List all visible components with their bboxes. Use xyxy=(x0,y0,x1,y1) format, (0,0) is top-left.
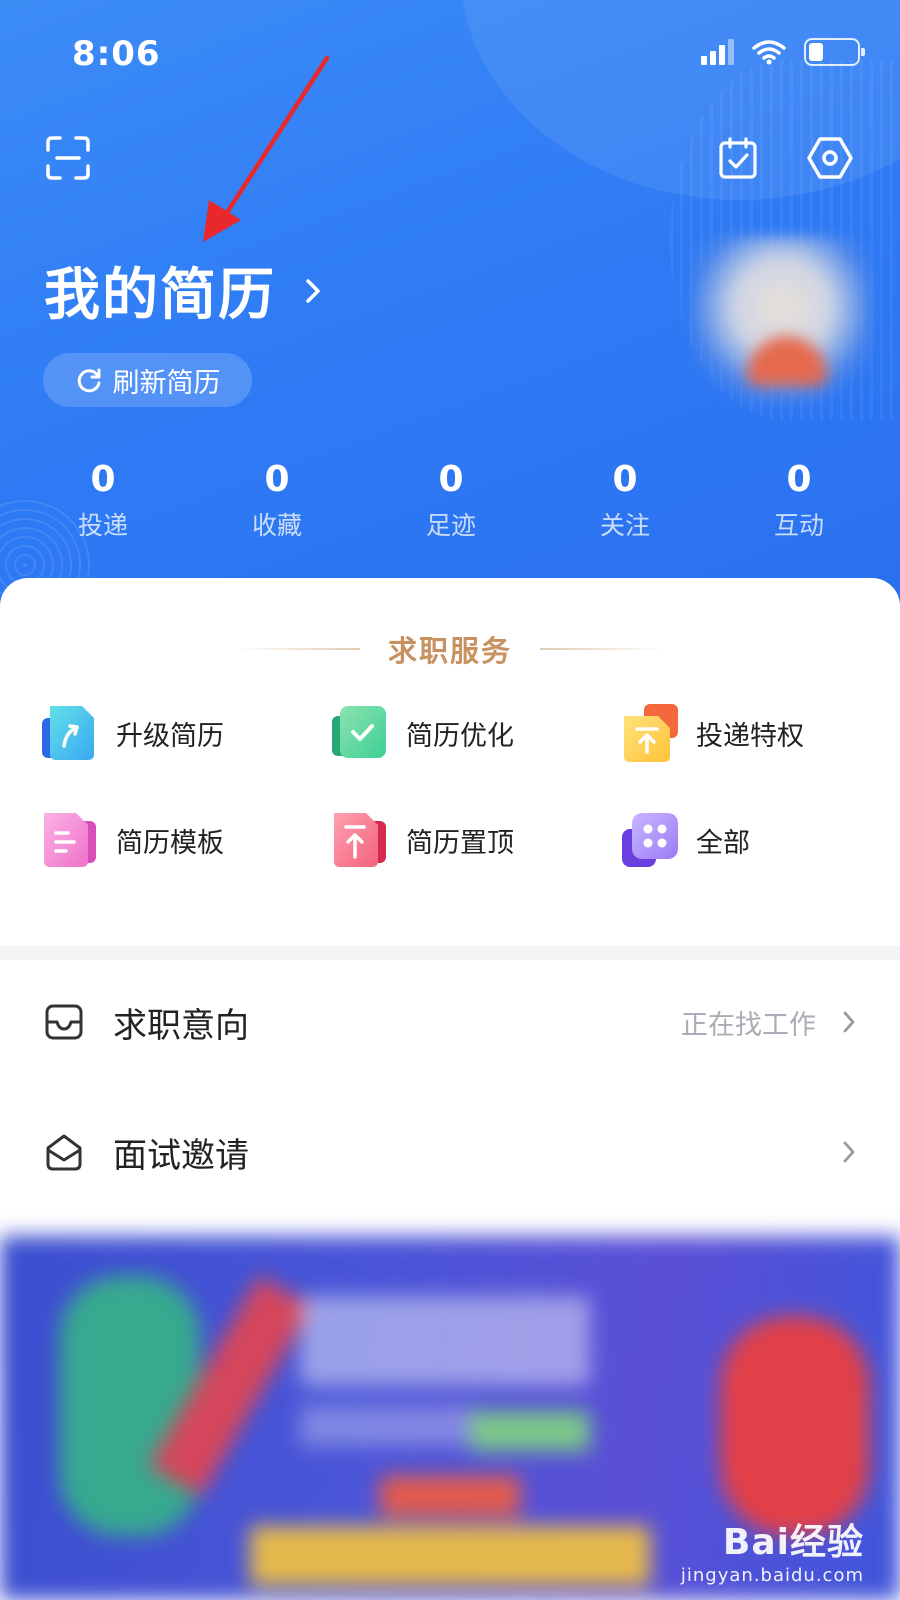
service-label: 简历模板 xyxy=(116,827,224,859)
stats-row: 0 投递 0 收藏 0 足迹 0 关注 0 互动 xyxy=(0,458,900,548)
settings-icon[interactable] xyxy=(806,134,854,182)
service-upgrade-resume[interactable]: 升级简历 xyxy=(40,702,224,764)
resume-template-icon xyxy=(44,813,96,867)
signal-icon xyxy=(701,39,734,65)
chevron-right-icon xyxy=(843,1011,855,1033)
service-resume-template[interactable]: 简历模板 xyxy=(40,809,224,871)
profile-header: 8:06 我的简历 刷新简历 0 投递 0 收藏 0 足迹 0 关注 0 互动 xyxy=(0,0,900,620)
row-job-intention[interactable]: 求职意向 正在找工作 xyxy=(0,967,900,1077)
stat-value: 0 xyxy=(438,459,464,500)
stat-value: 0 xyxy=(264,459,290,500)
stat-following[interactable]: 0 关注 xyxy=(538,458,712,548)
watermark-sub: jingyan.baidu.com xyxy=(680,1565,864,1586)
status-time: 8:06 xyxy=(72,34,161,74)
resume-title-link[interactable]: 我的简历 xyxy=(44,250,324,331)
baidu-jingyan-watermark: Bai经验 jingyan.baidu.com xyxy=(681,1513,864,1586)
stat-footprints[interactable]: 0 足迹 xyxy=(364,458,538,548)
row-value: 正在找工作 xyxy=(681,1009,816,1041)
service-resume-optimize[interactable]: 简历优化 xyxy=(330,702,514,764)
stat-label: 关注 xyxy=(599,511,650,540)
refresh-icon xyxy=(77,368,100,393)
watermark-main: Bai经验 xyxy=(722,1522,864,1563)
refresh-resume-button[interactable]: 刷新简历 xyxy=(43,353,252,407)
service-label: 全部 xyxy=(696,827,750,859)
status-icons xyxy=(701,38,865,66)
section-title: 求职服务 xyxy=(387,634,512,668)
delivery-privilege-icon xyxy=(624,704,678,762)
upgrade-resume-icon xyxy=(42,706,94,760)
chevron-right-icon xyxy=(306,278,320,303)
divider xyxy=(540,648,665,650)
resume-optimize-icon xyxy=(332,706,386,758)
service-label: 投递特权 xyxy=(696,720,804,752)
row-interview-invite[interactable]: 面试邀请 xyxy=(0,1097,900,1207)
stat-favorites[interactable]: 0 收藏 xyxy=(190,458,364,548)
stat-delivered[interactable]: 0 投递 xyxy=(16,458,190,548)
stat-value: 0 xyxy=(90,459,116,500)
stat-label: 投递 xyxy=(77,511,128,540)
scan-icon[interactable] xyxy=(44,134,92,182)
wifi-icon xyxy=(752,40,786,65)
service-all[interactable]: 全部 xyxy=(620,809,750,871)
all-services-icon xyxy=(622,813,678,867)
service-label: 简历优化 xyxy=(406,720,514,752)
calendar-check-icon[interactable] xyxy=(718,136,758,180)
stat-label: 足迹 xyxy=(425,511,476,540)
stat-interactions[interactable]: 0 互动 xyxy=(712,458,886,548)
refresh-label: 刷新简历 xyxy=(112,367,221,399)
row-label: 求职意向 xyxy=(113,1005,249,1046)
chevron-right-icon xyxy=(843,1141,855,1163)
divider xyxy=(234,648,360,650)
section-divider xyxy=(0,946,900,960)
section-header: 求职服务 xyxy=(0,628,900,670)
annotation-arrow-icon xyxy=(203,55,330,242)
job-services-card: 求职服务 升级简历 简历优化 投递特权 简历模板 简历置顶 全部 xyxy=(0,578,900,948)
battery-icon xyxy=(804,38,865,66)
page-title: 我的简历 xyxy=(44,263,276,328)
avatar[interactable] xyxy=(692,236,872,406)
service-resume-top[interactable]: 简历置顶 xyxy=(330,809,514,871)
stat-label: 互动 xyxy=(773,511,824,540)
stat-value: 0 xyxy=(612,459,638,500)
service-label: 升级简历 xyxy=(116,720,224,752)
interview-invite-icon xyxy=(46,1134,82,1171)
resume-top-icon xyxy=(334,813,386,867)
stat-value: 0 xyxy=(786,459,812,500)
service-delivery-privilege[interactable]: 投递特权 xyxy=(620,702,804,764)
stat-label: 收藏 xyxy=(251,511,302,540)
row-label: 面试邀请 xyxy=(113,1135,249,1176)
job-intention-icon xyxy=(45,1004,83,1040)
service-label: 简历置顶 xyxy=(406,827,514,859)
